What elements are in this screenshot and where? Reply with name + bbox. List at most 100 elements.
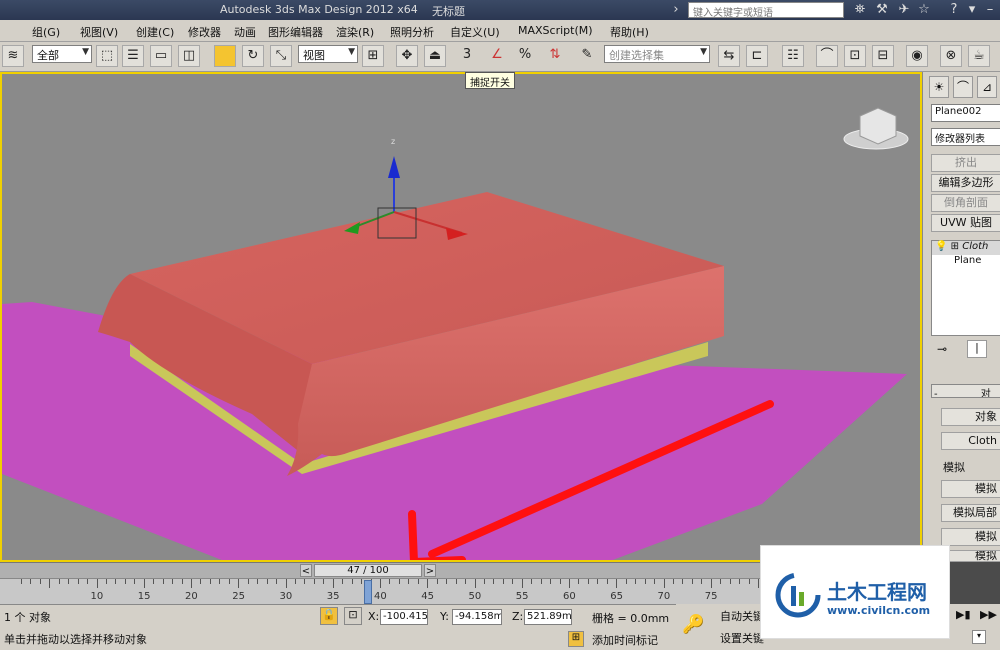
time-tag-icon[interactable]: ⊞: [568, 631, 584, 647]
modifier-stack: 💡 ⊞ Cloth Plane: [931, 240, 1000, 336]
z-coordinate-field[interactable]: 521.89mm: [524, 609, 572, 625]
chevron-right-icon[interactable]: ›: [668, 2, 684, 18]
reference-coord-dropdown[interactable]: 视图 ▼: [298, 45, 358, 63]
snap-toggle-icon[interactable]: 3: [456, 45, 478, 67]
schematic-view-icon[interactable]: ⊡: [844, 45, 866, 67]
select-by-name-icon[interactable]: ☰: [122, 45, 144, 67]
next-key-icon[interactable]: ▶▮: [956, 608, 971, 621]
add-time-tag-button[interactable]: 添加时间标记: [592, 632, 658, 648]
search-input[interactable]: 键入关键字或短语: [688, 2, 844, 18]
next-frame-icon[interactable]: >: [424, 564, 436, 577]
expand-icon[interactable]: ⊞: [951, 241, 959, 252]
percent-snap-icon[interactable]: %: [514, 45, 536, 67]
selection-count: 1 个 对象: [4, 611, 51, 624]
favorites-icon[interactable]: ☆: [916, 2, 932, 18]
object-name-field[interactable]: Plane002: [931, 104, 1000, 122]
mirror-icon[interactable]: ⇆: [718, 45, 740, 67]
menu-lighting-analysis[interactable]: 照明分析: [390, 24, 434, 40]
menu-graph-editors[interactable]: 图形编辑器: [268, 24, 323, 40]
keyboard-shortcut-override-icon[interactable]: ⏏: [424, 45, 446, 67]
prev-frame-icon[interactable]: <: [300, 564, 312, 577]
go-to-end-icon[interactable]: ▶▶: [980, 608, 997, 621]
subscription-icon[interactable]: ✈: [896, 2, 912, 18]
absolute-mode-icon[interactable]: ⊡: [344, 607, 362, 625]
rollout-header[interactable]: - 对: [931, 384, 1000, 398]
time-slider-thumb[interactable]: 47 / 100: [314, 564, 422, 577]
modifier-list-dropdown[interactable]: 修改器列表: [931, 128, 1000, 146]
lightbulb-icon[interactable]: 💡: [935, 241, 947, 252]
edit-poly-button[interactable]: 编辑多边形: [931, 174, 1000, 192]
y-coordinate-field[interactable]: -94.158mm: [452, 609, 502, 625]
menu-views[interactable]: 视图(V): [80, 24, 118, 40]
track-tick: [672, 579, 674, 584]
align-icon[interactable]: ⊏: [746, 45, 768, 67]
pivot-center-icon[interactable]: ⊞: [362, 45, 384, 67]
uvw-map-button[interactable]: UVW 贴图: [931, 214, 1000, 232]
stack-item-cloth[interactable]: 💡 ⊞ Cloth: [932, 241, 1000, 255]
track-bar[interactable]: 10 15 20 25 30 35 40 45 50 55 60 65 70 75: [0, 578, 760, 604]
layer-manager-icon[interactable]: ☷: [782, 45, 804, 67]
menu-group[interactable]: 组(G): [32, 24, 60, 40]
track-tick: [465, 579, 467, 584]
modify-tab-icon[interactable]: ⌒: [953, 76, 973, 98]
help-dropdown-icon[interactable]: ▾: [964, 2, 980, 18]
window-crossing-icon[interactable]: ◫: [178, 45, 200, 67]
spinner-snap-icon[interactable]: ⇅: [544, 45, 566, 67]
time-config-icon[interactable]: ▾: [972, 630, 986, 644]
bind-space-warp-icon[interactable]: ≋: [2, 45, 24, 67]
angle-snap-icon[interactable]: ∠: [486, 45, 508, 67]
simulate-button[interactable]: 模拟: [941, 480, 1000, 498]
menu-animation[interactable]: 动画: [234, 24, 256, 40]
menu-help[interactable]: 帮助(H): [610, 24, 649, 40]
set-key-button[interactable]: 设置关键: [720, 630, 764, 646]
select-and-scale-icon[interactable]: ⤡: [270, 45, 292, 67]
select-manipulate-icon[interactable]: ✥: [396, 45, 418, 67]
help-icon[interactable]: ?: [946, 2, 962, 18]
render-setup-icon[interactable]: ◉: [906, 45, 928, 67]
pin-stack-icon[interactable]: ⊸: [937, 342, 947, 356]
track-tick-label: 55: [515, 591, 529, 602]
simulate-damped-button[interactable]: 模拟: [941, 528, 1000, 546]
curve-editor-icon[interactable]: ⌒: [816, 45, 838, 67]
auto-key-button[interactable]: 自动关键: [720, 608, 764, 624]
track-tick: [720, 579, 722, 584]
menu-modifiers[interactable]: 修改器: [188, 24, 221, 40]
edit-named-selection-icon[interactable]: ✎: [576, 45, 598, 67]
show-end-result-icon[interactable]: |: [967, 340, 987, 358]
rectangular-selection-icon[interactable]: ▭: [150, 45, 172, 67]
minimize-icon[interactable]: –: [982, 2, 998, 18]
select-and-rotate-icon[interactable]: ↻: [242, 45, 264, 67]
object-properties-button[interactable]: 对象: [941, 408, 1000, 426]
material-editor-icon[interactable]: ⊟: [872, 45, 894, 67]
key-icon[interactable]: 🔑: [682, 614, 704, 635]
select-and-move-icon[interactable]: [214, 45, 236, 67]
x-coordinate-field[interactable]: -100.415m: [380, 609, 428, 625]
selection-lock-icon[interactable]: 🔒: [320, 607, 338, 625]
bevel-profile-button[interactable]: 倒角剖面: [931, 194, 1000, 212]
render-production-icon[interactable]: ☕: [968, 45, 990, 67]
tools-icon[interactable]: ⚒: [874, 2, 890, 18]
cloth-forces-button[interactable]: Cloth: [941, 432, 1000, 450]
viewcube-icon[interactable]: [859, 107, 897, 145]
track-tick: [30, 579, 32, 584]
selection-filter-dropdown[interactable]: 全部 ▼: [32, 45, 92, 63]
track-tick: [417, 579, 419, 584]
binoculars-icon[interactable]: ⛯: [852, 2, 868, 18]
stack-item-plane[interactable]: Plane: [932, 255, 1000, 269]
menu-maxscript[interactable]: MAXScript(M): [518, 24, 593, 37]
menu-rendering[interactable]: 渲染(R): [336, 24, 374, 40]
extrude-button[interactable]: 挤出: [931, 154, 1000, 172]
menu-customize[interactable]: 自定义(U): [450, 24, 500, 40]
select-object-icon[interactable]: ⬚: [96, 45, 118, 67]
current-frame-marker[interactable]: [364, 580, 372, 604]
track-tick: [427, 579, 429, 588]
time-slider[interactable]: < 47 / 100 >: [0, 562, 760, 578]
hierarchy-tab-icon[interactable]: ⊿: [977, 76, 997, 98]
command-panel: ☀ ⌒ ⊿ Plane002 修改器列表 挤出 编辑多边形 倒角剖面 UVW 贴…: [922, 72, 1000, 562]
create-tab-icon[interactable]: ☀: [929, 76, 949, 98]
simulate-local-button[interactable]: 模拟局部: [941, 504, 1000, 522]
menu-create[interactable]: 创建(C): [136, 24, 174, 40]
named-selection-dropdown[interactable]: 创建选择集 ▼: [604, 45, 710, 63]
perspective-viewport[interactable]: z: [0, 72, 922, 562]
rendered-frame-icon[interactable]: ⊗: [940, 45, 962, 67]
